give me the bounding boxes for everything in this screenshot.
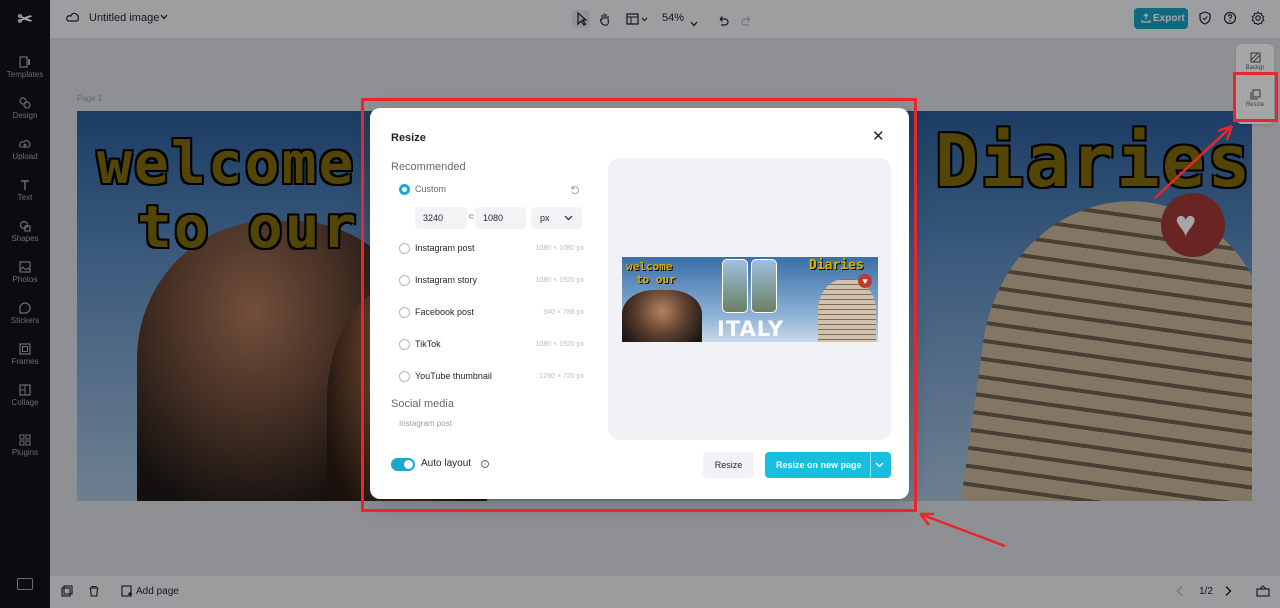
annotation-arrows xyxy=(919,124,1234,548)
arrow-to-resize-line xyxy=(1154,125,1233,199)
arrow-to-dialog-line xyxy=(919,512,1006,548)
